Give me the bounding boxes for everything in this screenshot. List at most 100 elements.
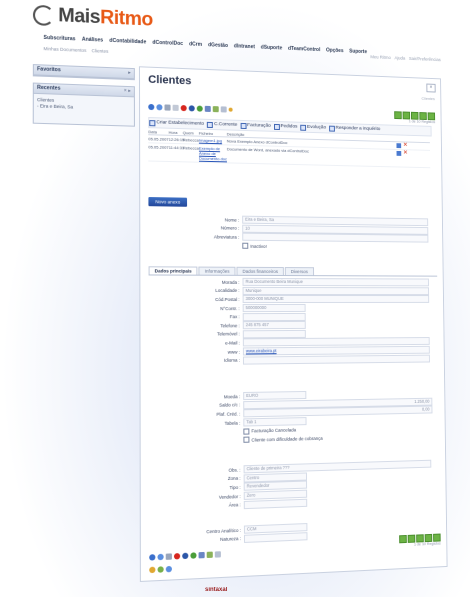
sub-nav: Minhas Documentos Clientes	[43, 46, 108, 54]
collection-difficulty-checkbox[interactable]: Cliente com dificuldade de cobrança	[243, 435, 323, 444]
fax-field[interactable]	[242, 312, 306, 321]
user-link-meu-ritmo[interactable]: Meu Ritmo	[370, 54, 390, 60]
action-pedidos[interactable]: Pedidos	[273, 123, 298, 130]
checkbox-box[interactable]	[242, 242, 249, 249]
action-label: Criar Estabelecimento	[156, 120, 205, 127]
refresh-icon[interactable]	[190, 552, 197, 559]
first-record-icon[interactable]	[148, 103, 155, 111]
favorites-toggle-icon[interactable]: ▸	[128, 70, 131, 76]
recent-panel: Recentes × ▸ Clientes - Eira e Beira, Sa	[32, 82, 135, 127]
pager-first-icon[interactable]	[394, 111, 402, 120]
postal-code-field[interactable]: 3000-000 MUNIQUE	[242, 295, 430, 304]
tab-informacoes[interactable]: Informações	[198, 266, 236, 275]
favorites-header[interactable]: Favoritos ▸	[33, 65, 134, 80]
print-icon[interactable]	[220, 106, 227, 113]
delete-icon[interactable]	[173, 553, 181, 560]
checkbox-box[interactable]	[243, 436, 250, 444]
print-icon[interactable]	[214, 551, 221, 558]
new-icon[interactable]	[172, 104, 179, 111]
nav-item-dcrm[interactable]: dCrm	[189, 41, 202, 48]
action-c-corrente[interactable]: C.Corrente	[207, 121, 237, 128]
save-icon[interactable]	[182, 552, 189, 560]
tab-dados-financeiros[interactable]: Dados financeiros	[236, 266, 284, 276]
pager-prev-icon[interactable]	[402, 111, 411, 120]
field-label: Fax :	[229, 314, 240, 320]
language-field[interactable]	[242, 354, 430, 365]
price-table-select[interactable]: Tab 1	[243, 417, 307, 427]
delete-x-icon[interactable]: ✕	[403, 142, 408, 148]
favorites-panel: Favoritos ▸	[32, 64, 135, 81]
action-evolucao[interactable]: Evolução	[300, 124, 326, 131]
grid-icon[interactable]	[198, 551, 205, 559]
user-link-ajuda[interactable]: Ajuda	[394, 55, 405, 60]
field-label: N°Contr. :	[220, 305, 240, 311]
list-icon[interactable]	[164, 104, 171, 111]
field-label: Tabela :	[224, 420, 241, 426]
action-facturacao[interactable]: Facturação	[240, 122, 271, 129]
analytic-fields: Centro Analítico : CCM Natureza :	[149, 518, 440, 548]
file-link[interactable]: Exemplo de Anexo de Documento.doc	[199, 146, 227, 162]
nav-item-analises[interactable]: Análises	[82, 37, 103, 44]
nav-item-subscrituras[interactable]: Subscrituras	[43, 35, 75, 43]
checkbox-box[interactable]	[243, 428, 250, 435]
attach-icon[interactable]	[157, 566, 164, 573]
search-icon[interactable]	[157, 553, 164, 561]
mail-icon[interactable]	[165, 565, 172, 573]
action-responder-inquerito[interactable]: Responder a inquérito	[328, 125, 381, 133]
action-label: Responder a inquérito	[335, 125, 381, 133]
file-link[interactable]: Imagem1.jpg	[199, 138, 222, 144]
inactive-checkbox[interactable]: Inactivo!	[242, 242, 267, 249]
export-icon[interactable]	[212, 106, 219, 113]
row-actions: ✕	[396, 150, 408, 166]
grid-icon[interactable]	[204, 105, 211, 112]
list-icon[interactable]	[165, 553, 172, 560]
nav-item-dgestao[interactable]: dGestão	[208, 42, 228, 49]
close-icon[interactable]: ×	[426, 83, 436, 93]
contact-fields: Morada : Rua Documento Beira Munique Loca…	[149, 278, 439, 366]
pager-first-icon[interactable]	[399, 534, 407, 544]
delete-x-icon[interactable]: ✕	[403, 150, 408, 166]
export-icon[interactable]	[206, 551, 213, 559]
tab-dados-principais[interactable]: Dados principais	[148, 266, 198, 275]
nav-item-dintranet[interactable]: dIntranet	[234, 43, 255, 50]
first-record-icon[interactable]	[149, 554, 156, 561]
user-link-sair[interactable]: Sair/Preferências	[409, 56, 441, 62]
folder-icon[interactable]	[149, 566, 156, 574]
new-attachment-button[interactable]: Novo anexo	[148, 197, 188, 207]
phone-field[interactable]: 245 875 457	[242, 321, 306, 330]
finance-fields: Moeda : EURO Saldo c/c :1.250,00 Plaf. Cr…	[149, 389, 439, 447]
recent-controls-icon[interactable]: × ▸	[124, 88, 131, 94]
nav-item-suporte[interactable]: Suporte	[349, 49, 367, 56]
pager-label: 1 de 10 Registos	[413, 541, 441, 547]
cancelled-billing-checkbox[interactable]: Facturação Cancelada	[243, 427, 296, 435]
tax-id-field[interactable]: 500000000	[242, 304, 306, 313]
action-criar-estabelecimento[interactable]: Criar Estabelecimento	[149, 119, 205, 128]
tab-diversos[interactable]: Diversos	[284, 267, 314, 276]
nav-item-dsuporte[interactable]: dSuporte	[261, 45, 282, 52]
search-icon[interactable]	[156, 104, 163, 111]
edit-icon[interactable]	[396, 143, 402, 149]
brand-logo[interactable]: Mais Ritmo	[32, 1, 153, 35]
edit-icon[interactable]	[396, 150, 402, 156]
locality-field[interactable]: Munique	[242, 286, 430, 295]
delete-icon[interactable]	[180, 104, 187, 112]
edit-icon[interactable]	[228, 107, 233, 112]
field-label: Morada :	[221, 279, 240, 285]
logo-swoosh-icon	[32, 4, 55, 27]
field-row: Idioma :	[149, 354, 439, 366]
mobile-field[interactable]	[242, 329, 306, 339]
field-label: Saldo c/c :	[219, 402, 241, 409]
action-label: Evolução	[307, 124, 327, 131]
refresh-icon[interactable]	[196, 105, 203, 112]
action-doc-icon	[300, 124, 307, 131]
nature-select[interactable]	[243, 532, 308, 543]
nav-item-dcontroldoc[interactable]: dControlDoc	[152, 40, 183, 47]
save-icon[interactable]	[188, 105, 195, 112]
address-field[interactable]: Rua Documento Beira Munique	[242, 278, 429, 287]
nav-item-dcontabilidade[interactable]: dContabilidade	[109, 38, 146, 46]
area-select[interactable]	[243, 498, 308, 509]
subnav-item-documentos[interactable]: Minhas Documentos	[43, 46, 86, 53]
nav-item-dteamcontrol[interactable]: dTeamControl	[288, 46, 320, 53]
nav-item-opcoes[interactable]: Opções	[326, 47, 344, 54]
subnav-item-clientes[interactable]: Clientes	[92, 48, 109, 54]
